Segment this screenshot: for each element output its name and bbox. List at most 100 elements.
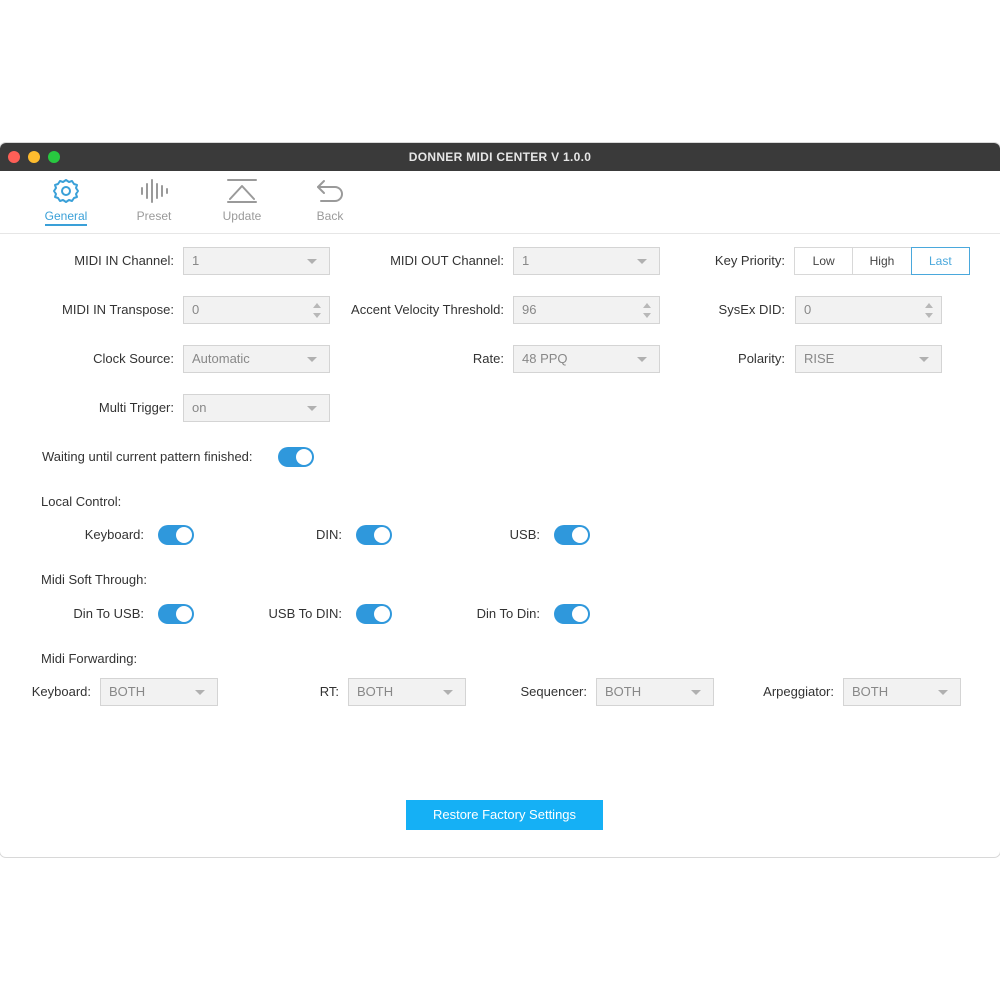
clock-source-select[interactable]: Automatic (183, 345, 330, 373)
sysex-did-label: SysEx DID: (718, 302, 785, 317)
midi-in-channel-value: 1 (192, 253, 200, 268)
tab-update-label: Update (222, 209, 262, 223)
midi-in-channel-select[interactable]: 1 (183, 247, 330, 275)
chevron-down-icon (195, 690, 205, 695)
clock-source-label: Clock Source: (93, 351, 174, 366)
fwd-sequencer-value: BOTH (605, 684, 642, 699)
chevron-down-icon (637, 259, 647, 264)
stepper-down-icon[interactable] (925, 313, 933, 318)
toggle-knob (572, 527, 588, 543)
fwd-keyboard-value: BOTH (109, 684, 146, 699)
chevron-down-icon (637, 357, 647, 362)
midi-out-channel-value: 1 (522, 253, 530, 268)
fwd-arpeggiator-label: Arpeggiator: (763, 684, 834, 699)
usb-to-din-label: USB To DIN: (268, 606, 342, 621)
gear-icon (53, 179, 79, 203)
forwarding-heading: Midi Forwarding: (41, 651, 138, 666)
midi-in-channel-label: MIDI IN Channel: (74, 253, 174, 268)
chevron-down-icon (307, 406, 317, 411)
stepper-up-icon[interactable] (643, 303, 651, 308)
polarity-select[interactable]: RISE (795, 345, 942, 373)
local-keyboard-label: Keyboard: (84, 527, 144, 542)
stepper-down-icon[interactable] (643, 313, 651, 318)
rate-label: Rate: (472, 351, 504, 366)
midi-in-transpose-stepper[interactable]: 0 (183, 296, 330, 324)
soft-through-heading: Midi Soft Through: (41, 572, 147, 587)
polarity-label: Polarity: (738, 351, 785, 366)
restore-factory-settings-button[interactable]: Restore Factory Settings (406, 800, 603, 830)
din-to-din-label: Din To Din: (476, 606, 540, 621)
title-bar: DONNER MIDI CENTER V 1.0.0 (0, 143, 1000, 171)
tab-back[interactable]: Back (300, 177, 360, 223)
key-priority-low[interactable]: Low (795, 248, 854, 274)
local-din-label: DIN: (316, 527, 342, 542)
update-icon (227, 179, 257, 203)
tab-preset[interactable]: Preset (124, 177, 184, 223)
multi-trigger-select[interactable]: on (183, 394, 330, 422)
waiting-pattern-label: Waiting until current pattern finished: (42, 449, 253, 464)
chevron-down-icon (307, 259, 317, 264)
toggle-knob (374, 606, 390, 622)
app-window: DONNER MIDI CENTER V 1.0.0 General Prese… (0, 143, 1000, 857)
chevron-down-icon (443, 690, 453, 695)
waveform-icon (141, 179, 168, 203)
toggle-knob (176, 606, 192, 622)
local-din-toggle[interactable] (356, 525, 392, 545)
key-priority-label: Key Priority: (714, 253, 785, 268)
local-keyboard-toggle[interactable] (158, 525, 194, 545)
fwd-keyboard-label: Keyboard: (31, 684, 91, 699)
tab-update[interactable]: Update (212, 177, 272, 223)
midi-in-transpose-label: MIDI IN Transpose: (62, 302, 174, 317)
tab-general-label: General (44, 209, 88, 226)
key-priority-high[interactable]: High (853, 248, 912, 274)
stepper-down-icon[interactable] (313, 313, 321, 318)
tab-general[interactable]: General (36, 177, 96, 226)
tab-back-label: Back (316, 209, 344, 223)
din-to-usb-label: Din To USB: (73, 606, 144, 621)
back-arrow-icon (317, 180, 343, 202)
toggle-knob (296, 449, 312, 465)
rate-select[interactable]: 48 PPQ (513, 345, 660, 373)
midi-in-transpose-value: 0 (192, 302, 200, 317)
din-to-usb-toggle[interactable] (158, 604, 194, 624)
fwd-keyboard-select[interactable]: BOTH (100, 678, 218, 706)
polarity-value: RISE (804, 351, 835, 366)
fwd-arpeggiator-value: BOTH (852, 684, 889, 699)
accent-velocity-stepper[interactable]: 96 (513, 296, 660, 324)
chevron-down-icon (919, 357, 929, 362)
tab-preset-label: Preset (136, 209, 172, 223)
local-control-heading: Local Control: (41, 494, 122, 509)
usb-to-din-toggle[interactable] (356, 604, 392, 624)
din-to-din-toggle[interactable] (554, 604, 590, 624)
stepper-up-icon[interactable] (313, 303, 321, 308)
local-usb-toggle[interactable] (554, 525, 590, 545)
fwd-rt-value: BOTH (357, 684, 394, 699)
sysex-did-value: 0 (804, 302, 812, 317)
fwd-sequencer-label: Sequencer: (520, 684, 588, 699)
multi-trigger-value: on (192, 400, 207, 415)
fwd-sequencer-select[interactable]: BOTH (596, 678, 714, 706)
toggle-knob (176, 527, 192, 543)
toolbar: General Preset Update Back (0, 171, 1000, 234)
fwd-arpeggiator-select[interactable]: BOTH (843, 678, 961, 706)
chevron-down-icon (938, 690, 948, 695)
sysex-did-stepper[interactable]: 0 (795, 296, 942, 324)
multi-trigger-label: Multi Trigger: (98, 400, 174, 415)
clock-source-value: Automatic (192, 351, 250, 366)
midi-out-channel-label: MIDI OUT Channel: (390, 253, 504, 268)
chevron-down-icon (691, 690, 701, 695)
accent-velocity-label: Accent Velocity Threshold: (351, 302, 504, 317)
stepper-up-icon[interactable] (925, 303, 933, 308)
fwd-rt-select[interactable]: BOTH (348, 678, 466, 706)
rate-value: 48 PPQ (522, 351, 568, 366)
chevron-down-icon (307, 357, 317, 362)
accent-velocity-value: 96 (522, 302, 537, 317)
waiting-pattern-toggle[interactable] (278, 447, 314, 467)
midi-out-channel-select[interactable]: 1 (513, 247, 660, 275)
toggle-knob (374, 527, 390, 543)
fwd-rt-label: RT: (319, 684, 339, 699)
local-usb-label: USB: (509, 527, 540, 542)
key-priority-segmented: Low High Last (794, 247, 970, 275)
window-title: DONNER MIDI CENTER V 1.0.0 (408, 150, 592, 164)
key-priority-last[interactable]: Last (910, 247, 970, 275)
